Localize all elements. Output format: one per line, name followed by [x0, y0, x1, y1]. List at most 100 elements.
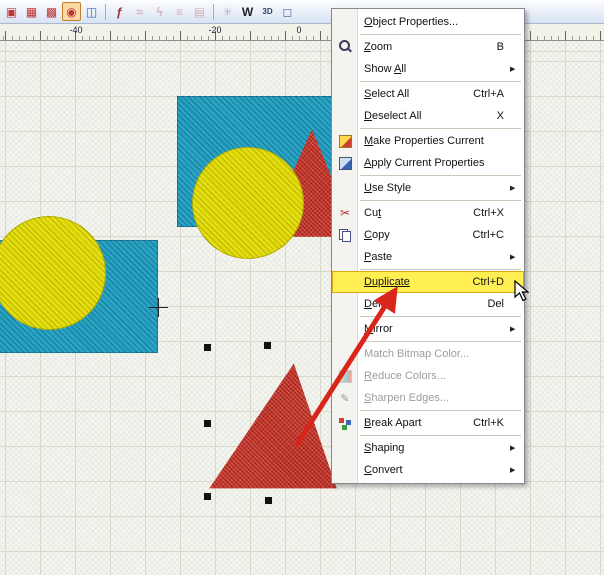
menu-item-delete[interactable]: Delete Del: [332, 293, 524, 315]
menu-item-label: Object Properties...: [364, 16, 459, 28]
ruler-label: -40: [69, 25, 83, 35]
menu-item-label: Show All: [364, 63, 407, 75]
menu-item-paste[interactable]: Paste ▶: [332, 246, 524, 268]
yellow-circle-top[interactable]: [192, 147, 304, 259]
toolbar-icon-stitches[interactable]: ▦: [22, 2, 41, 21]
submenu-arrow-icon: ▶: [510, 185, 516, 192]
toolbar-icon-design[interactable]: ▣: [2, 2, 21, 21]
selection-handle[interactable]: [204, 493, 211, 500]
selection-handle[interactable]: [204, 420, 211, 427]
cut-icon: ✂: [339, 206, 351, 220]
toolbar-icon-motif[interactable]: ✳: [218, 2, 237, 21]
zoom-icon: [338, 40, 352, 54]
submenu-arrow-icon: ▶: [510, 66, 516, 73]
toolbar-icon-needle-points[interactable]: ▩: [42, 2, 61, 21]
menu-item-label: Convert: [364, 464, 403, 476]
submenu-arrow-icon: ▶: [510, 467, 516, 474]
toolbar-icon-fill[interactable]: ▤: [190, 2, 209, 21]
menu-item-label: Cut: [364, 207, 382, 219]
menu-item-shortcut: B: [496, 41, 504, 53]
menu-separator: [360, 341, 521, 342]
selection-handle[interactable]: [264, 342, 271, 349]
menu-item-label: Apply Current Properties: [364, 157, 485, 169]
toolbar-icon-run[interactable]: ≈: [130, 2, 149, 21]
menu-item-shortcut: Ctrl+D: [472, 276, 504, 288]
menu-item-duplicate[interactable]: Duplicate Ctrl+D: [332, 271, 524, 293]
menu-item-label: Sharpen Edges...: [364, 392, 450, 404]
menu-item-label: Match Bitmap Color...: [364, 348, 470, 360]
toolbar-icon-satin[interactable]: ≡: [170, 2, 189, 21]
menu-item-break-apart[interactable]: Break Apart Ctrl+K: [332, 412, 524, 434]
menu-item-use-style[interactable]: Use Style ▶: [332, 177, 524, 199]
toolbar-icon-connectors[interactable]: ◉: [62, 2, 81, 21]
menu-separator: [360, 316, 521, 317]
menu-item-zoom[interactable]: Zoom B: [332, 36, 524, 58]
toolbar-icon-3d[interactable]: 3D: [258, 2, 277, 21]
menu-separator: [360, 128, 521, 129]
context-menu: Object Properties... Zoom B Show All ▶ Select…: [331, 8, 525, 484]
ruler-label: -20: [208, 25, 222, 35]
menu-item-label: Use Style: [364, 182, 412, 194]
menu-item-mirror[interactable]: Mirror ▶: [332, 318, 524, 340]
menu-item-deselect-all[interactable]: Deselect All X: [332, 105, 524, 127]
menu-item-shortcut: Ctrl+A: [473, 88, 504, 100]
menu-item-label: Shaping: [364, 442, 405, 454]
menu-item-label: Zoom: [364, 41, 393, 53]
toolbar-separator: [213, 3, 214, 20]
submenu-arrow-icon: ▶: [510, 254, 516, 261]
menu-item-apply-current-properties[interactable]: Apply Current Properties: [332, 152, 524, 174]
menu-separator: [360, 81, 521, 82]
menu-item-shortcut: Ctrl+X: [473, 207, 504, 219]
toolbar-icon-hoop[interactable]: ◻: [278, 2, 297, 21]
menu-item-shortcut: Del: [487, 298, 504, 310]
toolbar-icon-ties[interactable]: ◫: [82, 2, 101, 21]
menu-item-cut[interactable]: ✂ Cut Ctrl+X: [332, 202, 524, 224]
menu-item-shortcut: X: [496, 110, 504, 122]
menu-item-copy[interactable]: Copy Ctrl+C: [332, 224, 524, 246]
menu-item-label: Mirror: [364, 323, 393, 335]
sharpen-icon: ✎: [340, 392, 350, 405]
menu-item-convert[interactable]: Convert ▶: [332, 459, 524, 481]
menu-item-label: Reduce Colors...: [364, 370, 446, 382]
menu-separator: [360, 34, 521, 35]
menu-item-select-all[interactable]: Select All Ctrl+A: [332, 83, 524, 105]
menu-item-label: Duplicate: [364, 276, 410, 288]
menu-item-label: Copy: [364, 229, 390, 241]
crosshair-cursor: [149, 298, 168, 317]
menu-item-show-all[interactable]: Show All ▶: [332, 58, 524, 80]
submenu-arrow-icon: ▶: [510, 326, 516, 333]
menu-separator: [360, 200, 521, 201]
menu-separator: [360, 410, 521, 411]
menu-item-label: Deselect All: [364, 110, 422, 122]
menu-item-label: Select All: [364, 88, 410, 100]
menu-item-object-properties[interactable]: Object Properties...: [332, 11, 524, 33]
reduce-icon: [338, 369, 352, 383]
menu-separator: [360, 269, 521, 270]
ruler-label: 0: [296, 25, 302, 35]
red-triangle-selected[interactable]: [209, 363, 337, 489]
toolbar-icon-functions[interactable]: ƒ: [110, 2, 129, 21]
selection-handle[interactable]: [265, 497, 272, 504]
apply-props-icon: [338, 156, 352, 170]
break-icon: [338, 416, 352, 430]
menu-separator: [360, 175, 521, 176]
menu-item-shaping[interactable]: Shaping ▶: [332, 437, 524, 459]
make-props-icon: [338, 134, 352, 148]
menu-item-label: Paste: [364, 251, 393, 263]
menu-item-match-bitmap-color: Match Bitmap Color...: [332, 343, 524, 365]
menu-item-make-properties-current[interactable]: Make Properties Current: [332, 130, 524, 152]
submenu-arrow-icon: ▶: [510, 445, 516, 452]
toolbar-icon-wireframe[interactable]: W: [238, 2, 257, 21]
copy-icon: [338, 228, 352, 242]
menu-item-shortcut: Ctrl+K: [473, 417, 504, 429]
menu-item-label: Break Apart: [364, 417, 422, 429]
menu-item-sharpen-edges: ✎ Sharpen Edges...: [332, 387, 524, 409]
toolbar-separator: [105, 3, 106, 20]
toolbar-icon-zigzag[interactable]: ϟ: [150, 2, 169, 21]
menu-item-reduce-colors: Reduce Colors...: [332, 365, 524, 387]
menu-item-shortcut: Ctrl+C: [472, 229, 504, 241]
selection-handle[interactable]: [204, 344, 211, 351]
menu-item-label: Delete: [364, 298, 396, 310]
menu-separator: [360, 435, 521, 436]
menu-item-label: Make Properties Current: [364, 135, 484, 147]
